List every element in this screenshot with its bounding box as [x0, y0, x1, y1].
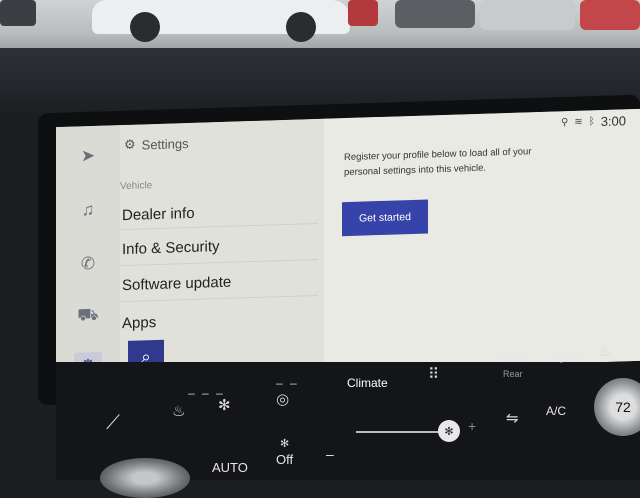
sync-button[interactable]: Sync: [552, 349, 579, 363]
front-defrost-button[interactable]: Front: [499, 351, 527, 365]
temperature-value: 72: [615, 399, 631, 415]
parked-car: [480, 0, 575, 30]
climate-button[interactable]: Climate: [347, 376, 388, 390]
settings-header: ⚙ Settings: [124, 135, 189, 153]
fan-icon: ✻: [280, 438, 290, 450]
volume-knob[interactable]: [100, 458, 190, 498]
car-wheel: [130, 12, 160, 42]
gear-icon: ⚙: [124, 136, 136, 153]
fan-off-button[interactable]: Off: [276, 452, 293, 467]
music-note-icon[interactable]: ♫: [74, 196, 102, 225]
menu-item-info-security[interactable]: Info & Security: [122, 238, 220, 258]
parked-car: [348, 0, 378, 26]
parked-car: [580, 0, 640, 30]
seat-level-indicator: – – –: [188, 386, 225, 400]
rear-label: Rear: [503, 369, 523, 379]
get-started-button[interactable]: Get started: [342, 199, 428, 237]
steering-heat-icon[interactable]: ◎: [276, 390, 289, 408]
section-label-vehicle: Vehicle: [120, 180, 153, 193]
nav-rail: ➤ ♫ ✆ ⛟ ⚙: [56, 125, 120, 380]
auto-button[interactable]: AUTO: [212, 460, 248, 475]
wifi-icon: ≋: [574, 116, 583, 128]
parked-car: [0, 0, 36, 26]
menu-item-software-update[interactable]: Software update: [122, 274, 231, 294]
clock: 3:00: [600, 113, 626, 130]
seat-heat-icon[interactable]: ♨: [598, 342, 611, 360]
seat-recline-icon[interactable]: ⟋: [106, 412, 120, 435]
navigation-arrow-icon[interactable]: ➤: [74, 142, 102, 171]
bluetooth-icon: ᛒ: [588, 116, 595, 128]
parked-car: [395, 0, 475, 28]
fan-increase-button[interactable]: +: [468, 418, 476, 434]
recirculation-icon[interactable]: ⇋: [506, 409, 519, 427]
menu-item-dealer-info[interactable]: Dealer info: [122, 205, 195, 224]
ac-button[interactable]: A/C: [546, 404, 566, 418]
app-grid-icon[interactable]: ⠿: [428, 365, 439, 383]
phone-icon[interactable]: ✆: [74, 250, 102, 279]
steering-level-indicator: – –: [276, 376, 299, 390]
location-icon: ⚲: [560, 117, 569, 129]
status-bar: ⚲ ≋ ᛒ 3:00: [561, 113, 626, 130]
page-title: Settings: [141, 135, 189, 152]
menu-item-apps[interactable]: Apps: [122, 314, 156, 332]
seat-heat-icon[interactable]: ♨: [172, 402, 185, 420]
fan-decrease-button[interactable]: –: [326, 446, 334, 462]
car-wheel: [286, 12, 316, 42]
fan-icon: ✻: [444, 425, 454, 438]
fan-speed-thumb[interactable]: ✻: [438, 420, 460, 442]
car-icon[interactable]: ⛟: [74, 302, 102, 331]
fan-speed-slider[interactable]: [356, 431, 446, 433]
infotainment-screen: ➤ ♫ ✆ ⛟ ⚙ ⚙ Settings Vehicle Dealer info…: [56, 108, 640, 380]
